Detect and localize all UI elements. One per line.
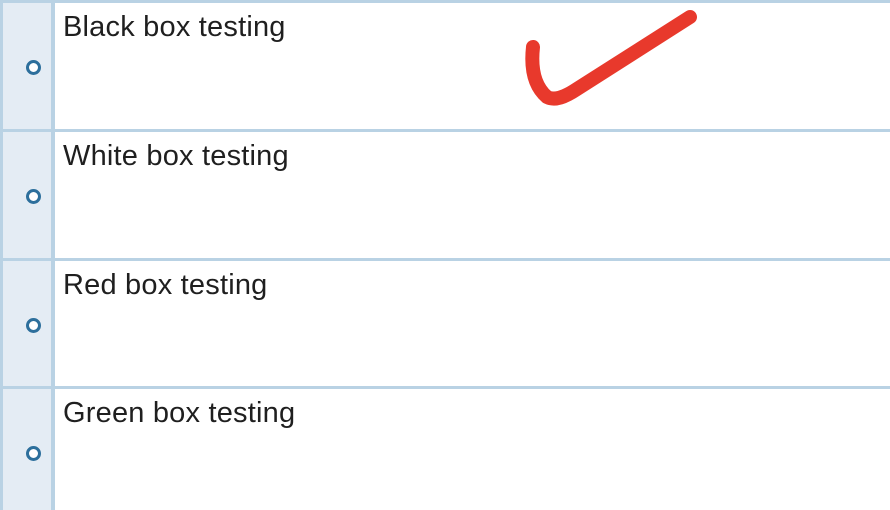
option-label: Green box testing [63, 397, 296, 429]
quiz-options-list: Black box testing White box testing Red … [0, 0, 890, 510]
red-checkmark-icon [525, 10, 697, 106]
option-text-cell[interactable]: Black box testing [55, 3, 890, 129]
option-red-box-testing[interactable]: Red box testing [0, 258, 890, 386]
radio-cell[interactable] [0, 132, 55, 258]
radio-button-icon[interactable] [26, 189, 41, 204]
option-text-cell[interactable]: Red box testing [55, 261, 890, 386]
option-label: Red box testing [63, 269, 268, 301]
radio-cell[interactable] [0, 261, 55, 386]
radio-cell[interactable] [0, 389, 55, 510]
option-text-cell[interactable]: Green box testing [55, 389, 890, 510]
radio-cell[interactable] [0, 3, 55, 129]
radio-button-icon[interactable] [26, 446, 41, 461]
option-white-box-testing[interactable]: White box testing [0, 129, 890, 258]
radio-button-icon[interactable] [26, 318, 41, 333]
option-black-box-testing[interactable]: Black box testing [0, 0, 890, 129]
option-label: White box testing [63, 140, 289, 172]
option-text-cell[interactable]: White box testing [55, 132, 890, 258]
option-green-box-testing[interactable]: Green box testing [0, 386, 890, 510]
option-label: Black box testing [63, 11, 286, 43]
radio-button-icon[interactable] [26, 60, 41, 75]
